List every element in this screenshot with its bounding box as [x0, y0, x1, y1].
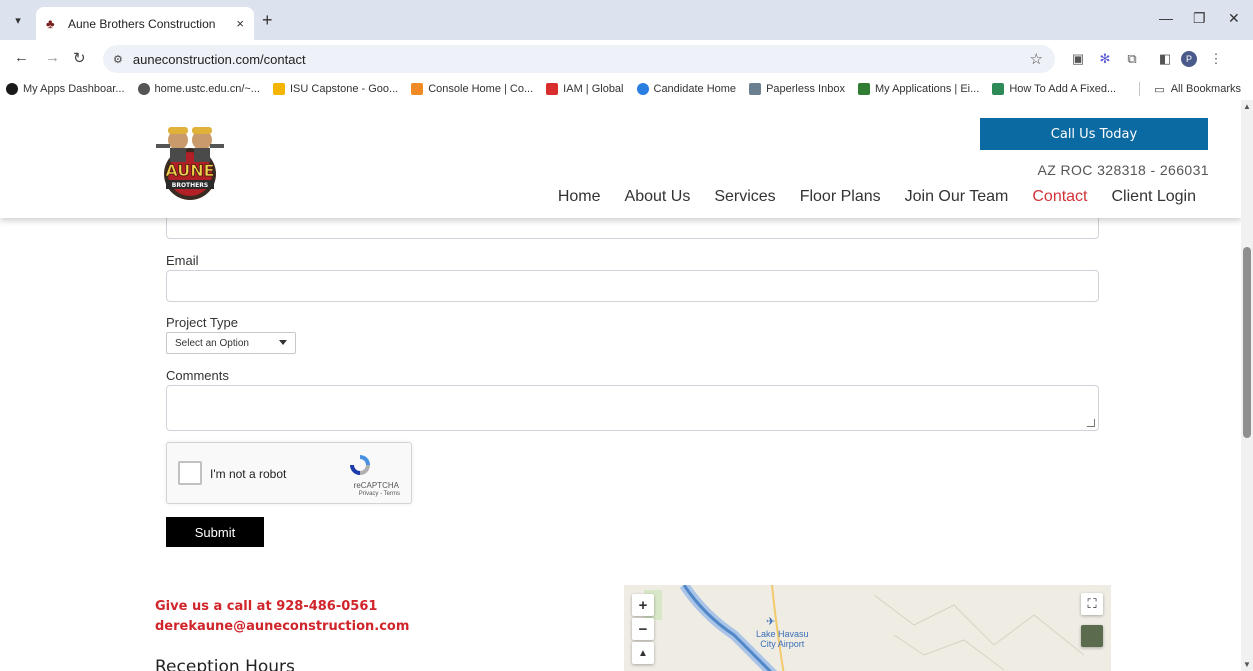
close-icon[interactable]: × — [236, 16, 244, 31]
satellite-toggle[interactable] — [1081, 625, 1103, 647]
map-zoom-out-button[interactable]: − — [632, 618, 654, 640]
browser-tab[interactable]: ♣ Aune Brothers Construction × — [36, 7, 254, 40]
bookmark-item[interactable]: IAM | Global — [546, 83, 624, 95]
recaptcha-brand: reCAPTCHA — [353, 481, 399, 490]
recaptcha-logo-icon — [350, 455, 370, 475]
browser-tabstrip: ▾ ♣ Aune Brothers Construction × + — ❐ ✕ — [0, 0, 1253, 40]
email-field[interactable] — [166, 270, 1099, 302]
recaptcha-label: I'm not a robot — [210, 467, 287, 481]
workday-icon — [636, 83, 649, 95]
divider — [1139, 82, 1141, 96]
extension-icon[interactable]: ▣ — [1070, 51, 1086, 67]
aune-brothers-logo[interactable]: AUNE BROTHERS — [150, 118, 230, 204]
bookmark-item[interactable]: My Applications | Ei... — [857, 83, 979, 95]
bookmark-star-icon[interactable]: ☆ — [1030, 50, 1043, 68]
caret-down-icon — [279, 340, 287, 345]
embedded-map[interactable]: + − ▲ ⛶ ✈ Lake Havasu City Airport — [624, 585, 1111, 671]
recaptcha-widget: I'm not a robot reCAPTCHA Privacy - Term… — [166, 442, 412, 504]
email-label: Email — [166, 253, 199, 268]
bookmark-item[interactable]: Paperless Inbox — [749, 83, 845, 95]
nav-client-login[interactable]: Client Login — [1112, 188, 1197, 206]
minimize-icon[interactable]: — — [1159, 10, 1173, 26]
comments-textarea[interactable] — [166, 385, 1099, 431]
scroll-thumb[interactable] — [1243, 247, 1251, 438]
main-nav: Home About Us Services Floor Plans Join … — [534, 188, 1196, 206]
all-bookmarks-button[interactable]: ▭ All Bookmarks — [1139, 82, 1241, 96]
scroll-up-icon[interactable]: ▲ — [1243, 102, 1251, 111]
bookmarks-bar: My Apps Dashboar... home.ustc.edu.cn/~..… — [0, 78, 1253, 100]
window-close-icon[interactable]: ✕ — [1228, 10, 1240, 27]
resize-grip-icon[interactable] — [1087, 419, 1095, 427]
nav-about-us[interactable]: About Us — [625, 188, 691, 206]
side-panel-icon[interactable]: ◧ — [1157, 51, 1173, 67]
applications-icon — [857, 83, 870, 95]
map-place-label: Lake Havasu City Airport — [756, 629, 809, 649]
paperless-icon — [749, 83, 762, 95]
address-bar[interactable]: ⚙ auneconstruction.com/contact ☆ — [103, 45, 1055, 73]
call-us-today-button[interactable]: Call Us Today — [980, 118, 1208, 150]
browser-toolbar: ← → ↻ ⚙ auneconstruction.com/contact ☆ ▣… — [0, 40, 1253, 78]
bookmark-item[interactable]: How To Add A Fixed... — [992, 83, 1116, 95]
bookmark-item[interactable]: ISU Capstone - Goo... — [272, 83, 398, 95]
site-header: AUNE BROTHERS Call Us Today AZ ROC 32831… — [0, 100, 1241, 218]
project-type-label: Project Type — [166, 315, 239, 330]
nav-join-our-team[interactable]: Join Our Team — [905, 188, 1009, 206]
bookmark-item[interactable]: home.ustc.edu.cn/~... — [137, 83, 260, 95]
menu-dots-icon[interactable]: ⋮ — [1208, 51, 1224, 67]
recaptcha-checkbox[interactable] — [178, 461, 202, 485]
nav-services[interactable]: Services — [714, 188, 775, 206]
map-compass-icon[interactable]: ▲ — [632, 642, 654, 664]
logo-subtext: BROTHERS — [172, 182, 208, 189]
nav-home[interactable]: Home — [558, 188, 601, 206]
reception-hours-heading: Reception Hours — [155, 657, 295, 671]
fixed-icon — [992, 83, 1005, 95]
console-cube-icon — [411, 83, 424, 95]
roc-license-text: AZ ROC 328318 - 266031 — [1037, 162, 1209, 178]
bookmark-item[interactable]: My Apps Dashboar... — [6, 83, 125, 95]
chevron-down-icon: ▾ — [15, 14, 21, 27]
project-type-select[interactable]: Select an Option — [166, 332, 296, 354]
contact-info: Give us a call at 928-486-0561 derekaune… — [155, 597, 409, 637]
page-viewport: AUNE BROTHERS Call Us Today AZ ROC 32831… — [0, 100, 1241, 671]
airport-icon: ✈ — [766, 616, 776, 628]
email-line[interactable]: derekaune@auneconstruction.com — [155, 617, 409, 637]
map-zoom-in-button[interactable]: + — [632, 594, 654, 616]
site-favicon-icon: ♣ — [46, 15, 55, 31]
iam-icon — [546, 83, 559, 95]
fullscreen-icon[interactable]: ⛶ — [1081, 593, 1103, 615]
google-drive-icon — [272, 83, 285, 95]
phone-line[interactable]: Give us a call at 928-486-0561 — [155, 597, 409, 617]
profile-avatar[interactable]: P — [1181, 51, 1197, 67]
recaptcha-privacy-terms[interactable]: Privacy - Terms — [359, 491, 400, 497]
new-tab-button[interactable]: + — [262, 11, 273, 29]
bookmark-item[interactable]: Console Home | Co... — [411, 83, 533, 95]
url-text: auneconstruction.com/contact — [132, 51, 306, 67]
scroll-down-icon[interactable]: ▼ — [1243, 660, 1251, 669]
submit-button[interactable]: Submit — [166, 517, 264, 547]
map-tiles — [644, 585, 1085, 671]
bookmark-favicon-icon — [6, 83, 18, 95]
folder-icon: ▭ — [1154, 83, 1165, 96]
logo-text: AUNE — [165, 161, 214, 180]
extension-puzzle-flower-icon[interactable]: ✻ — [1097, 51, 1113, 67]
project-type-value: Select an Option — [175, 337, 249, 349]
tab-title: Aune Brothers Construction — [68, 16, 216, 31]
site-info-icon[interactable]: ⚙ — [113, 53, 123, 66]
comments-label: Comments — [166, 368, 229, 383]
nav-floor-plans[interactable]: Floor Plans — [800, 188, 881, 206]
page-scrollbar[interactable]: ▲ ▼ — [1241, 100, 1253, 671]
tab-search-button[interactable]: ▾ — [6, 8, 30, 32]
back-arrow-icon[interactable]: ← — [14, 49, 29, 66]
globe-icon — [137, 83, 150, 95]
extensions-puzzle-icon[interactable]: ⧉ — [1124, 51, 1140, 67]
nav-contact[interactable]: Contact — [1032, 188, 1087, 206]
reload-icon[interactable]: ↻ — [73, 49, 86, 67]
forward-arrow-icon[interactable]: → — [45, 49, 60, 66]
bookmark-item[interactable]: Candidate Home — [636, 83, 736, 95]
restore-icon[interactable]: ❐ — [1193, 10, 1206, 27]
